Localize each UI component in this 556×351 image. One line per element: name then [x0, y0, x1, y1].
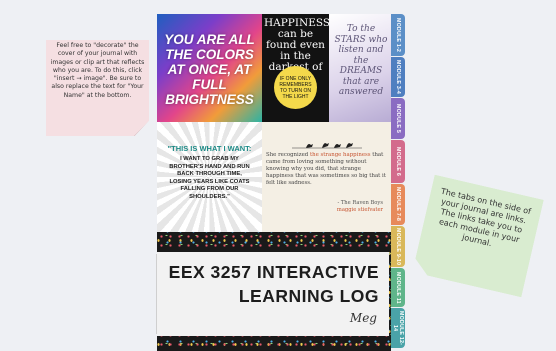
raven-quote-highlight: the strange happiness — [309, 152, 371, 158]
journal-title-line1: EEX 3257 INTERACTIVE — [168, 262, 379, 282]
tab-module-6[interactable]: MODULE 9-10 — [391, 226, 405, 267]
tab-module-1[interactable]: MODULE 1-2 — [391, 14, 405, 56]
tab-module-2[interactable]: MODULE 3-4 — [391, 57, 405, 97]
stars-quote-image: To the STARS who listen and the DREAMS t… — [329, 14, 391, 122]
sticky-note-tabs-text: The tabs on the side of your journal are… — [438, 186, 532, 249]
colors-quote-text: YOU ARE ALL THE COLORS AT ONCE, AT FULL … — [164, 32, 255, 107]
light-badge-text: IF ONE ONLY REMEMBERS TO TURN ON THE LIG… — [279, 75, 312, 100]
raven-boys-title: - The Raven Boys — [337, 200, 383, 206]
want-quote-body: I WANT TO GRAB MY BROTHER'S HAND AND RUN… — [169, 156, 250, 200]
tab-module-4[interactable]: MODULE 6 — [391, 140, 405, 183]
tab-module-8[interactable]: MODULE 12-14 — [391, 308, 405, 348]
want-quote-heading: "THIS IS WHAT I WANT: — [167, 144, 252, 153]
want-quote-image: "THIS IS WHAT I WANT: I WANT TO GRAB MY … — [157, 122, 262, 232]
note-curl — [134, 120, 149, 136]
raven-boys-citation: - The Raven Boys maggie stiefvater — [337, 200, 383, 214]
sticky-note-decorate-text: Feel free to "decorate" the cover of you… — [50, 42, 145, 99]
tab-module-5[interactable]: MODULE 7-8 — [391, 184, 405, 225]
raven-boys-author: maggie stiefvater — [336, 207, 383, 213]
birds-on-wire-icon — [292, 143, 362, 149]
raven-boys-quote-image: She recognized the strange happiness tha… — [262, 122, 391, 232]
happiness-quote-image: HAPPINESS can be found even in the darke… — [262, 14, 329, 122]
raven-boys-quote-text: She recognized the strange happiness tha… — [266, 152, 387, 187]
title-card: EEX 3257 INTERACTIVE LEARNING LOG Meg — [157, 252, 389, 336]
colors-quote-image: YOU ARE ALL THE COLORS AT ONCE, AT FULL … — [157, 14, 262, 122]
journal-cover: YOU ARE ALL THE COLORS AT ONCE, AT FULL … — [156, 14, 391, 351]
light-badge: IF ONE ONLY REMEMBERS TO TURN ON THE LIG… — [274, 66, 317, 109]
tab-module-3[interactable]: MODULE 5 — [391, 98, 405, 139]
sticky-note-decorate: Feel free to "decorate" the cover of you… — [46, 40, 149, 136]
tab-module-7[interactable]: MODULE 11 — [391, 268, 405, 307]
sticky-note-tabs: The tabs on the side of your journal are… — [412, 175, 544, 298]
journal-title-line2: LEARNING LOG — [238, 286, 379, 306]
student-name: Meg — [349, 311, 377, 325]
stars-quote-text: To the STARS who listen and the DREAMS t… — [334, 24, 388, 97]
raven-quote-pre: She recognized — [266, 152, 310, 158]
